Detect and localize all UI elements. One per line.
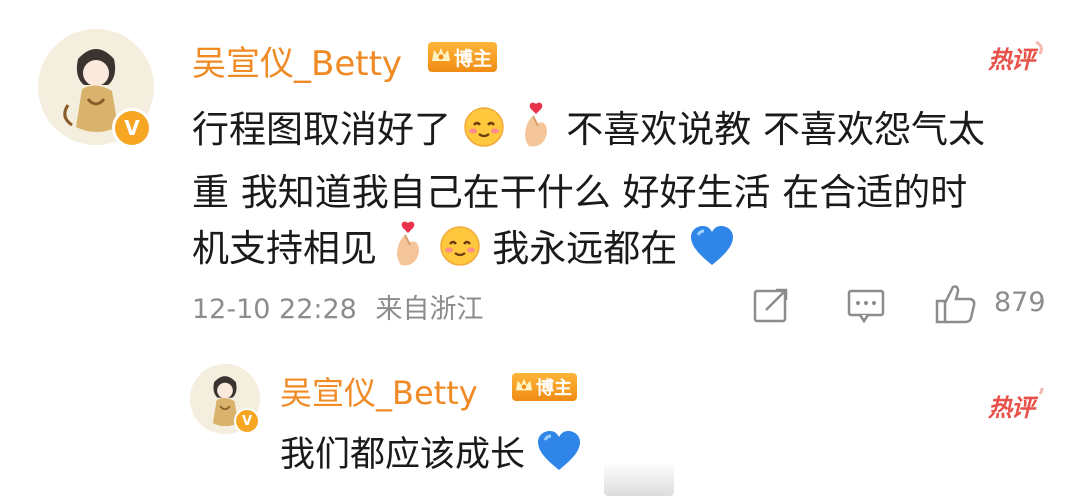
comment-text-line-3: 机支持相见 我永远都在 bbox=[192, 218, 735, 276]
crown-icon bbox=[430, 45, 452, 70]
watermark-overlay bbox=[604, 462, 674, 496]
reply-text-content: 我们都应该成长 bbox=[280, 435, 526, 475]
smile-face-emoji bbox=[463, 106, 505, 157]
comment-text-segment: 我永远都在 bbox=[492, 227, 678, 270]
crown-icon bbox=[514, 376, 534, 399]
hot-comment-label: 热评 bbox=[988, 46, 1035, 74]
blogger-badge: 博主 bbox=[428, 42, 498, 72]
smile-face-emoji bbox=[439, 225, 481, 276]
comment-icon[interactable] bbox=[846, 288, 886, 324]
like-count: 879 bbox=[994, 287, 1046, 318]
comment-text-line-1: 行程图取消好了 不喜欢说教 不喜欢怨气太 bbox=[192, 99, 985, 157]
reply-hot-comment-tag: 热评 bbox=[988, 388, 1044, 423]
reply-blogger-badge-label: 博主 bbox=[536, 378, 572, 399]
reply-blogger-badge: 博主 bbox=[512, 373, 577, 401]
heart-fingers-emoji bbox=[389, 221, 427, 276]
blogger-badge-label: 博主 bbox=[454, 47, 493, 70]
comment-text-segment: 不喜欢说教 不喜欢怨气太 bbox=[566, 108, 986, 151]
hot-comment-tag: 热评 bbox=[988, 40, 1043, 75]
comment-username[interactable]: 吴宣仪_Betty bbox=[192, 36, 402, 85]
verified-badge-icon: V bbox=[112, 108, 152, 148]
comment-text-line-2: 重 我知道我自己在干什么 好好生活 在合适的时 bbox=[192, 171, 968, 214]
blue-heart-emoji bbox=[536, 430, 582, 481]
comment-location: 来自浙江 bbox=[375, 294, 484, 325]
reply-hot-comment-label: 热评 bbox=[988, 394, 1035, 422]
comment-meta: 12-10 22:28 来自浙江 bbox=[192, 287, 483, 326]
comment-text-segment: 机支持相见 bbox=[192, 227, 377, 270]
reply-username[interactable]: 吴宣仪_Betty bbox=[280, 368, 478, 414]
heart-fingers-emoji bbox=[517, 102, 555, 157]
reply-text: 我们都应该成长 bbox=[280, 426, 582, 481]
comment-timestamp: 12-10 22:28 bbox=[192, 294, 357, 325]
blue-heart-emoji bbox=[689, 225, 735, 276]
reply-verified-badge-icon: V bbox=[234, 408, 260, 434]
share-icon[interactable] bbox=[752, 286, 792, 324]
comment-text-segment: 行程图取消好了 bbox=[192, 108, 451, 151]
like-icon[interactable] bbox=[934, 283, 978, 325]
